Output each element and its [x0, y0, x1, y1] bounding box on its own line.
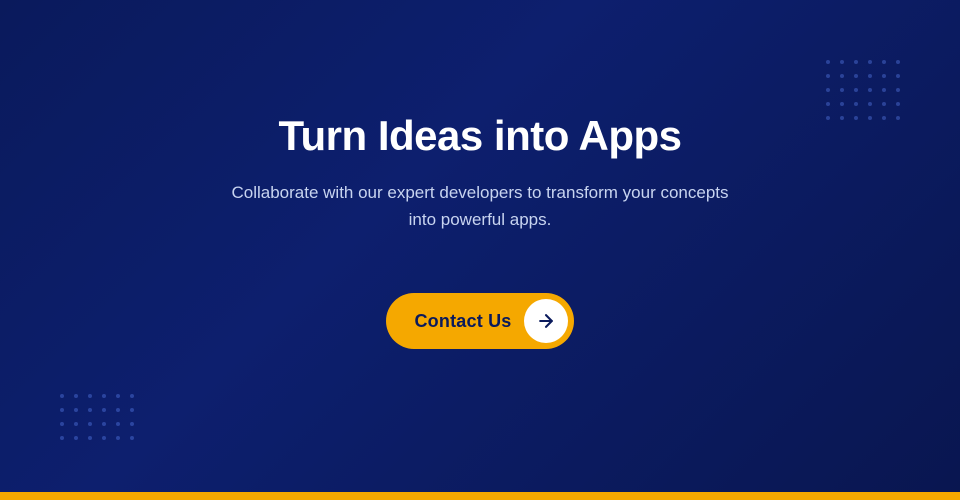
- dot: [60, 394, 64, 398]
- dot: [102, 436, 106, 440]
- dot: [854, 116, 858, 120]
- dot: [116, 394, 120, 398]
- dot: [826, 74, 830, 78]
- hero-subtitle: Collaborate with our expert developers t…: [220, 179, 740, 233]
- dot-decoration-bottom-left: [60, 394, 134, 440]
- dot: [896, 116, 900, 120]
- dot: [826, 102, 830, 106]
- dot: [854, 60, 858, 64]
- dot: [74, 422, 78, 426]
- dot: [882, 102, 886, 106]
- dot: [868, 74, 872, 78]
- dot: [882, 88, 886, 92]
- dot: [840, 102, 844, 106]
- dot: [896, 102, 900, 106]
- bottom-accent-bar: [0, 492, 960, 500]
- dot: [826, 88, 830, 92]
- dot: [130, 436, 134, 440]
- dot: [896, 60, 900, 64]
- dot: [116, 422, 120, 426]
- dot: [88, 436, 92, 440]
- dot: [882, 116, 886, 120]
- contact-us-label: Contact Us: [414, 311, 511, 332]
- dot: [130, 394, 134, 398]
- dot: [88, 394, 92, 398]
- dot: [102, 422, 106, 426]
- dot: [896, 88, 900, 92]
- arrow-icon: [524, 299, 568, 343]
- dot: [840, 116, 844, 120]
- dot: [88, 422, 92, 426]
- dot-decoration-top-right: [826, 60, 900, 120]
- dot: [130, 408, 134, 412]
- dot: [854, 74, 858, 78]
- dot: [840, 88, 844, 92]
- dot: [840, 60, 844, 64]
- dot: [826, 60, 830, 64]
- dot: [60, 422, 64, 426]
- contact-us-button[interactable]: Contact Us: [386, 293, 573, 349]
- dot: [130, 422, 134, 426]
- dot: [74, 436, 78, 440]
- dot: [60, 408, 64, 412]
- dot: [854, 88, 858, 92]
- dot: [116, 408, 120, 412]
- dot: [840, 74, 844, 78]
- dot: [896, 74, 900, 78]
- dot: [868, 88, 872, 92]
- dot: [826, 116, 830, 120]
- dot: [102, 408, 106, 412]
- dot: [88, 408, 92, 412]
- dot: [102, 394, 106, 398]
- dot: [882, 74, 886, 78]
- dot: [74, 408, 78, 412]
- hero-content: Turn Ideas into Apps Collaborate with ou…: [220, 111, 740, 350]
- dot: [882, 60, 886, 64]
- hero-section: Turn Ideas into Apps Collaborate with ou…: [0, 0, 960, 500]
- dot: [868, 116, 872, 120]
- dot: [868, 60, 872, 64]
- dot: [854, 102, 858, 106]
- dot: [868, 102, 872, 106]
- dot: [60, 436, 64, 440]
- hero-title: Turn Ideas into Apps: [278, 111, 681, 161]
- dot: [74, 394, 78, 398]
- dot: [116, 436, 120, 440]
